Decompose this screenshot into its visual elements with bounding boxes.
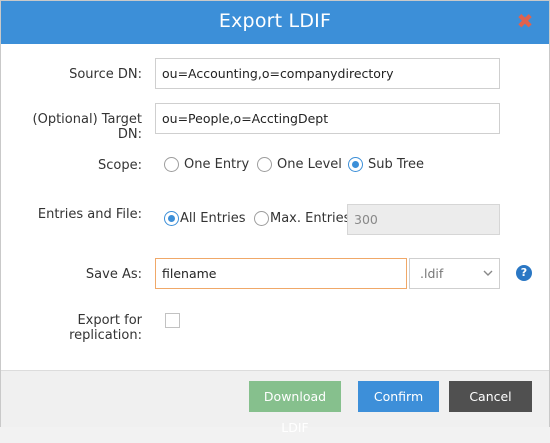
close-icon[interactable]: ✖	[515, 10, 535, 32]
target-dn-label: (Optional) Target DN:	[32, 112, 142, 142]
confirm-button[interactable]: Confirm	[358, 381, 439, 412]
source-dn-input[interactable]: ou=Accounting,o=companydirectory	[155, 58, 500, 89]
radio-unchecked-icon	[164, 157, 179, 172]
scope-one-level-label: One Level	[277, 157, 342, 172]
scope-sub-tree-label: Sub Tree	[368, 157, 424, 172]
entries-label: Entries and File:	[37, 207, 142, 222]
filename-input[interactable]: filename	[155, 258, 407, 289]
all-entries-label: All Entries	[180, 211, 246, 226]
dialog-title-bar: Export LDIF ✖	[1, 1, 549, 44]
scope-one-entry-radio[interactable]: One Entry	[164, 157, 249, 172]
scope-label: Scope:	[98, 158, 142, 173]
radio-unchecked-icon	[257, 157, 272, 172]
target-dn-input[interactable]: ou=People,o=AcctingDept	[155, 103, 500, 134]
replication-checkbox[interactable]	[165, 313, 180, 328]
chevron-down-icon	[483, 270, 493, 276]
max-entries-input[interactable]: 300	[347, 204, 500, 235]
download-ldif-button[interactable]: Download LDIF	[249, 381, 341, 435]
cancel-button[interactable]: Cancel	[449, 381, 532, 412]
source-dn-label: Source DN:	[69, 67, 142, 82]
file-extension-value: .ldif	[420, 266, 444, 281]
dialog-title: Export LDIF	[218, 10, 332, 32]
max-entries-radio[interactable]: Max. Entries	[254, 211, 350, 226]
replication-label: Export for replication:	[69, 313, 142, 343]
help-icon[interactable]: ?	[516, 265, 532, 281]
all-entries-radio[interactable]: All Entries	[164, 211, 246, 226]
scope-one-entry-label: One Entry	[184, 157, 250, 172]
file-extension-select[interactable]: .ldif	[409, 258, 500, 289]
radio-unchecked-icon	[254, 211, 269, 226]
save-as-label: Save As:	[85, 267, 142, 282]
radio-checked-icon	[164, 211, 179, 226]
radio-checked-icon	[348, 157, 363, 172]
max-entries-label: Max. Entries	[270, 211, 351, 226]
scope-one-level-radio[interactable]: One Level	[257, 157, 342, 172]
export-ldif-dialog: Export LDIF ✖ Source DN: ou=Accounting,o…	[0, 0, 550, 435]
scope-sub-tree-radio[interactable]: Sub Tree	[348, 157, 424, 172]
